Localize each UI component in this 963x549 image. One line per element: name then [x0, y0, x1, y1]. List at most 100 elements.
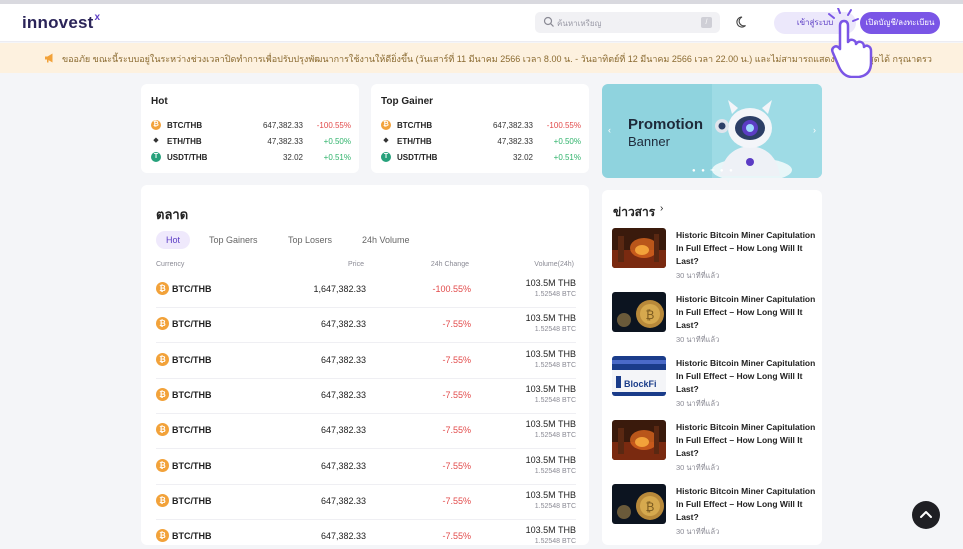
search-shortcut-badge: / — [701, 17, 712, 28]
table-row[interactable]: ₿ BTC/THB 647,382.33 -7.55% 103.5M THB 1.5254… — [156, 520, 576, 549]
pointing-hand-cursor-icon — [828, 8, 873, 78]
bitcoin-icon: ₿ — [156, 352, 169, 366]
change-value: -7.55% — [442, 354, 471, 365]
price-value: 647,382.33 — [492, 121, 533, 130]
news-item[interactable]: ₿ Historic Bitcoin Miner Capitulation In … — [612, 484, 817, 542]
svg-text:BlockFi: BlockFi — [624, 379, 657, 389]
gainer-row[interactable]: ₿ BTC/THB 647,382.33 -100.55% — [381, 119, 581, 133]
change-value: +0.51% — [323, 153, 351, 162]
carousel-next-icon[interactable]: › — [813, 125, 816, 135]
news-item[interactable]: ₿ Historic Bitcoin Miner Capitulation In … — [612, 292, 817, 350]
tab-hot[interactable]: Hot — [156, 231, 191, 249]
market-panel: ตลาด Hot Top Gainers Top Losers 24h Volu… — [141, 185, 589, 545]
table-row[interactable]: ₿ BTC/THB 1,647,382.33 -100.55% 103.5M THB 1.… — [156, 273, 576, 308]
volume-value: 103.5M THB — [525, 489, 576, 500]
bitcoin-icon: ₿ — [156, 387, 169, 401]
pair-label: BTC/THB — [172, 531, 212, 542]
news-panel: ข่าวสาร › Historic Bitcoin Miner Capitul… — [602, 190, 822, 545]
change-value: -100.55% — [432, 284, 471, 294]
column-header-volume[interactable]: Volume(24h) — [534, 261, 574, 268]
bitcoin-icon: ₿ — [381, 120, 391, 130]
volume-value: 103.5M THB — [525, 419, 576, 430]
announcement-text: ขออภัย ขณะนี้ระบบอยู่ในระหว่างช่วงเวลาปิ… — [62, 54, 932, 64]
bitcoin-icon: ₿ — [156, 423, 169, 437]
tab-24h-volume[interactable]: 24h Volume — [352, 231, 420, 249]
news-timestamp: 30 นาทีที่แล้ว — [676, 527, 720, 536]
volume-btc-value: 1.52548 BTC — [534, 361, 576, 369]
news-headline: Historic Bitcoin Miner Capitulation In F… — [676, 294, 816, 330]
pair-label: ETH/THB — [397, 137, 432, 146]
bitcoin-icon: ₿ — [156, 458, 169, 472]
price-value: 1,647,382.33 — [313, 284, 366, 294]
tab-top-losers[interactable]: Top Losers — [278, 231, 342, 249]
price-value: 647,382.33 — [320, 319, 366, 330]
gainer-card-title: Top Gainer — [381, 96, 434, 107]
gainer-row[interactable]: T USDT/THB 32.02 +0.51% — [381, 151, 581, 165]
search-placeholder: ค้นหาเหรียญ — [557, 19, 602, 28]
volume-btc-value: 1.52548 BTC — [534, 502, 576, 510]
promotion-title: Promotion — [628, 116, 703, 133]
table-row[interactable]: ₿ BTC/THB 647,382.33 -7.55% 103.5M THB 1.5254… — [156, 485, 576, 520]
hot-row[interactable]: ◆ ETH/THB 47,382.33 +0.50% — [151, 135, 351, 149]
news-item[interactable]: Historic Bitcoin Miner Capitulation In F… — [612, 228, 817, 286]
hot-row[interactable]: ₿ BTC/THB 647,382.33 -100.55% — [151, 119, 351, 133]
bitcoin-icon: ₿ — [156, 493, 169, 507]
price-value: 647,382.33 — [320, 425, 366, 436]
table-row[interactable]: ₿ BTC/THB 647,382.33 -7.55% 103.5M THB 1.5254… — [156, 414, 576, 450]
bitcoin-icon: ₿ — [151, 120, 161, 130]
volume-value: 103.5M THB — [525, 348, 576, 359]
news-item[interactable]: BlockFi Historic Bitcoin Miner Capitulati… — [612, 356, 817, 414]
pair-label: BTC/THB — [172, 354, 212, 365]
carousel-prev-icon[interactable]: ‹ — [608, 125, 611, 135]
change-value: +0.50% — [323, 137, 351, 146]
pair-label: BTC/THB — [172, 460, 212, 471]
pair-label: ETH/THB — [167, 137, 202, 146]
news-timestamp: 30 นาทีที่แล้ว — [676, 399, 720, 408]
change-value: -100.55% — [316, 121, 351, 130]
top-header: innovestx ค้นหาเหรียญ / เข้าสู่ระบบ เปิด… — [0, 4, 963, 42]
column-header-price[interactable]: Price — [348, 261, 364, 268]
scroll-to-top-button[interactable] — [912, 501, 940, 529]
svg-text:₿: ₿ — [646, 500, 655, 514]
price-value: 32.02 — [512, 153, 533, 162]
price-value: 647,382.33 — [320, 354, 366, 365]
change-value: -100.55% — [546, 121, 581, 130]
volume-btc-value: 1.52548 BTC — [534, 396, 576, 404]
pair-label: BTC/THB — [172, 284, 212, 294]
tab-top-gainers[interactable]: Top Gainers — [199, 231, 268, 249]
column-header-change[interactable]: 24h Change — [431, 261, 469, 268]
change-value: +0.51% — [553, 153, 581, 162]
volume-value: 103.5M THB — [525, 454, 576, 465]
chevron-right-icon[interactable]: › — [660, 203, 663, 214]
news-timestamp: 30 นาทีที่แล้ว — [676, 335, 720, 344]
table-row[interactable]: ₿ BTC/THB 647,382.33 -7.55% 103.5M THB 1.5254… — [156, 379, 576, 414]
bitcoin-icon: ₿ — [156, 282, 169, 295]
pair-label: BTC/THB — [172, 389, 212, 400]
change-value: -7.55% — [442, 319, 471, 330]
bitcoin-icon: ₿ — [156, 317, 169, 331]
news-title[interactable]: ข่าวสาร — [613, 203, 655, 222]
table-row[interactable]: ₿ BTC/THB 647,382.33 -7.55% 103.5M THB 1.5254… — [156, 308, 576, 344]
gainer-row[interactable]: ◆ ETH/THB 47,382.33 +0.50% — [381, 135, 581, 149]
hot-row[interactable]: T USDT/THB 32.02 +0.51% — [151, 151, 351, 165]
promotion-banner[interactable]: Promotion Banner ‹ › ● ● ━ ● ● — [602, 84, 822, 178]
table-row[interactable]: ₿ BTC/THB 647,382.33 -7.55% 103.5M THB 1.5254… — [156, 450, 576, 485]
change-value: -7.55% — [442, 425, 471, 436]
search-input[interactable]: ค้นหาเหรียญ / — [535, 12, 720, 33]
price-value: 647,382.33 — [320, 460, 366, 471]
news-timestamp: 30 นาทีที่แล้ว — [676, 463, 720, 472]
table-row[interactable]: ₿ BTC/THB 647,382.33 -7.55% 103.5M THB 1.5254… — [156, 344, 576, 379]
top-gainer-summary-card: Top Gainer ₿ BTC/THB 647,382.33 -100.55%… — [371, 84, 589, 173]
pair-label: BTC/THB — [172, 495, 212, 506]
hot-summary-card: Hot ₿ BTC/THB 647,382.33 -100.55% ◆ ETH/… — [141, 84, 359, 173]
carousel-dots[interactable]: ● ● ━ ● ● — [692, 167, 735, 174]
logo[interactable]: innovestx — [22, 12, 100, 33]
column-header-currency[interactable]: Currency — [156, 261, 184, 268]
news-item[interactable]: Historic Bitcoin Miner Capitulation In F… — [612, 420, 817, 478]
price-value: 647,382.33 — [262, 121, 303, 130]
pair-label: BTC/THB — [172, 425, 212, 436]
dark-mode-moon-icon[interactable] — [736, 15, 750, 29]
change-value: -7.55% — [442, 495, 471, 506]
bitcoin-icon: ₿ — [156, 529, 169, 543]
megaphone-icon — [45, 53, 53, 63]
